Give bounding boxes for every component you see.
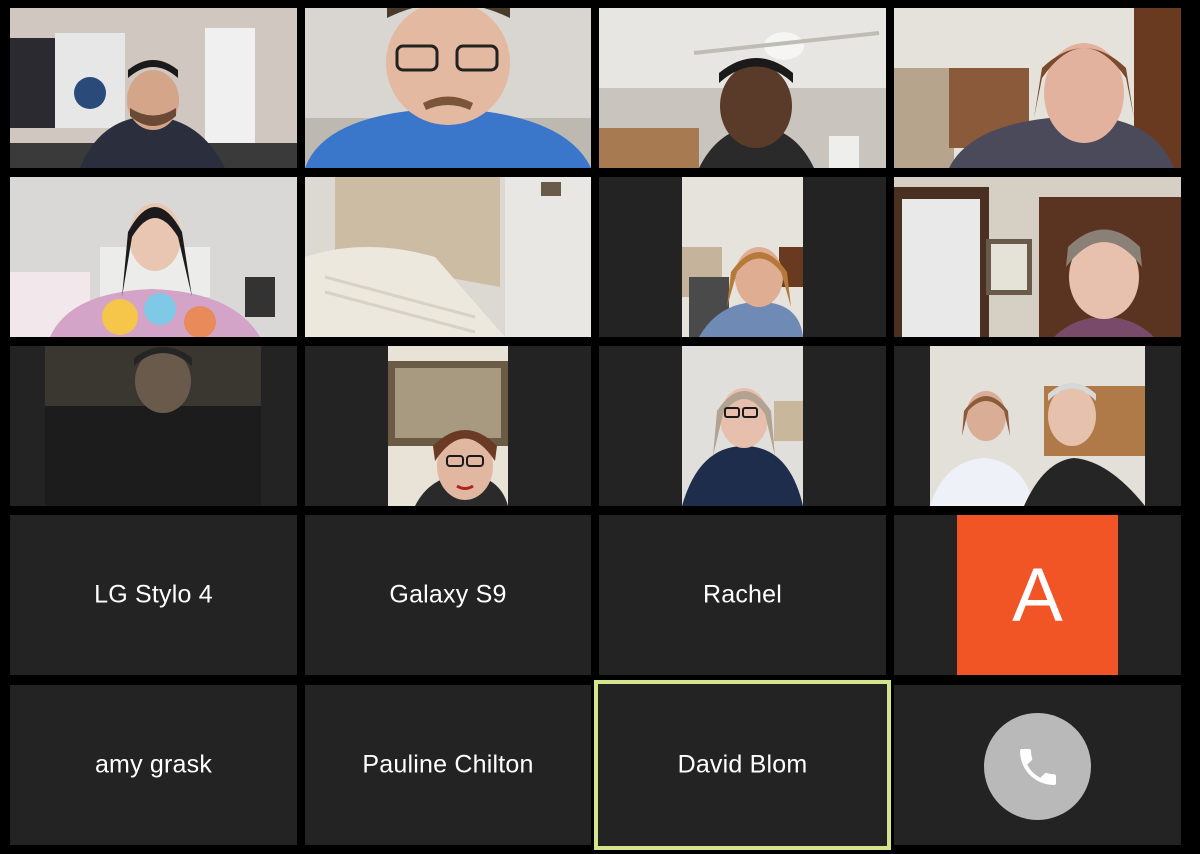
video-tile-participant-8[interactable] <box>894 177 1181 337</box>
participant-video <box>388 346 508 506</box>
name-tile-pauline-chilton[interactable]: Pauline Chilton <box>305 685 591 845</box>
gallery-view: LG Stylo 4 Galaxy S9 Rachel A amy grask … <box>0 0 1200 854</box>
video-tile-participant-10[interactable] <box>305 346 591 506</box>
name-tile-rachel[interactable]: Rachel <box>599 515 886 675</box>
participant-video <box>305 8 591 168</box>
participant-video <box>894 8 1181 168</box>
name-tile-lg-stylo-4[interactable]: LG Stylo 4 <box>10 515 297 675</box>
name-tile-david-blom-active-speaker[interactable]: David Blom <box>594 680 891 850</box>
participant-video <box>894 177 1181 337</box>
participant-name: Rachel <box>702 580 783 609</box>
video-tile-participant-6[interactable] <box>305 177 591 337</box>
avatar-initial: A <box>1012 552 1063 638</box>
participant-video <box>930 346 1145 506</box>
participant-video <box>682 177 803 337</box>
avatar-tile[interactable]: A <box>894 515 1181 675</box>
participant-name: Pauline Chilton <box>362 750 534 779</box>
video-tile-participant-5[interactable] <box>10 177 297 337</box>
video-tile-participant-7[interactable] <box>599 177 886 337</box>
video-tile-participant-12[interactable] <box>894 346 1181 506</box>
participant-video <box>682 346 803 506</box>
participant-video <box>45 346 261 506</box>
phone-call-button[interactable] <box>984 713 1091 820</box>
name-tile-amy-grask[interactable]: amy grask <box>10 685 297 845</box>
participant-video <box>10 177 297 337</box>
video-tile-participant-11[interactable] <box>599 346 886 506</box>
phone-call-tile[interactable] <box>894 685 1181 845</box>
participant-name: LG Stylo 4 <box>94 580 213 609</box>
video-tile-participant-3[interactable] <box>599 8 886 168</box>
participant-video <box>599 8 886 168</box>
phone-icon <box>1019 748 1056 785</box>
video-tile-participant-2[interactable] <box>305 8 591 168</box>
video-tile-participant-1[interactable] <box>10 8 297 168</box>
participant-name: David Blom <box>677 750 808 779</box>
participant-video <box>10 8 297 168</box>
video-tile-participant-9[interactable] <box>10 346 297 506</box>
participant-name: Galaxy S9 <box>389 580 507 609</box>
avatar: A <box>957 515 1118 675</box>
name-tile-galaxy-s9[interactable]: Galaxy S9 <box>305 515 591 675</box>
participant-video <box>305 177 591 337</box>
participant-name: amy grask <box>94 750 213 779</box>
video-tile-participant-4[interactable] <box>894 8 1181 168</box>
